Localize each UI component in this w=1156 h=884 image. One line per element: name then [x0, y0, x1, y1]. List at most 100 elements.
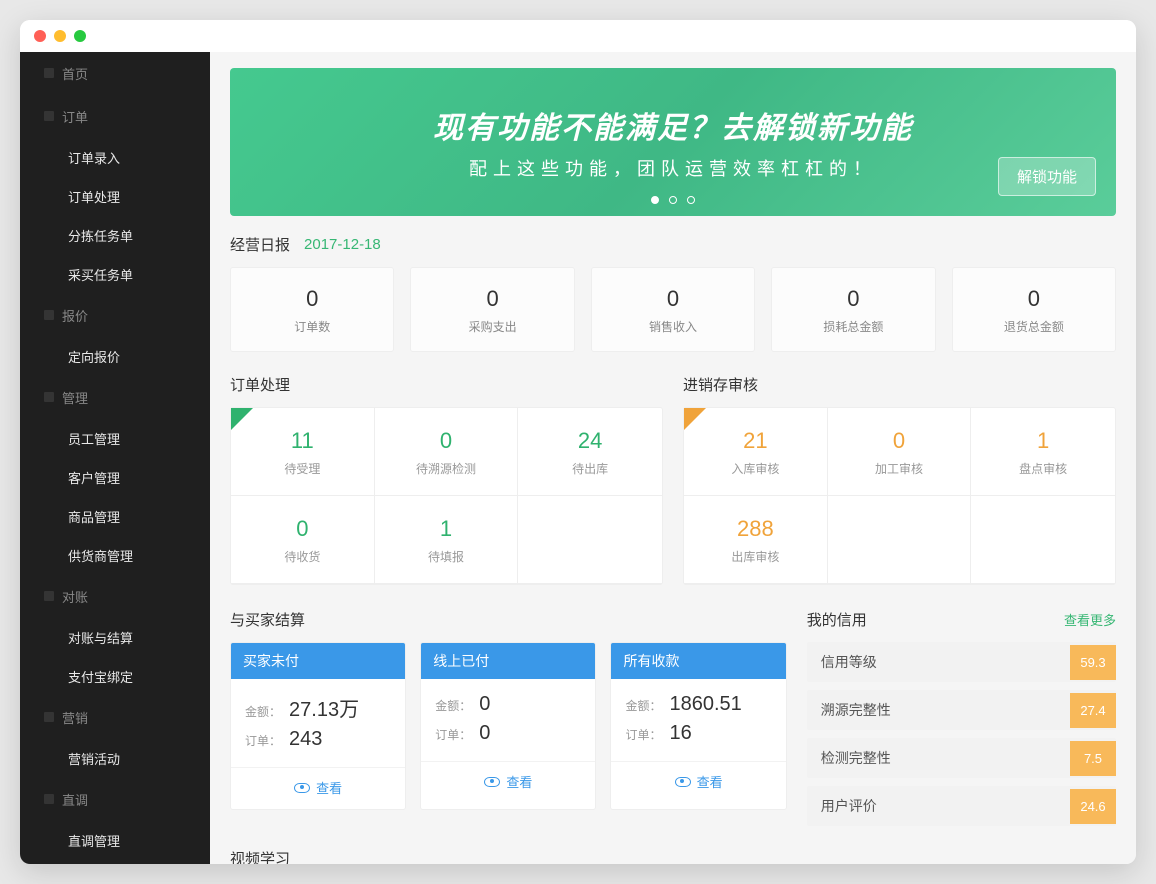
stat-value: 0 [772, 286, 934, 312]
status-cell[interactable]: 0加工审核 [828, 408, 972, 496]
settlement-row: 买家未付 金额：27.13万 订单：243 查看 线上已付 金额：0 订单：0 … [230, 642, 787, 810]
nav-item[interactable]: 商品管理 [20, 497, 210, 536]
nav-item[interactable]: 供货商管理 [20, 536, 210, 575]
daily-report-date: 2017-12-18 [304, 236, 381, 253]
cell-value: 1 [971, 428, 1115, 454]
nav-item[interactable]: 定向报价 [20, 337, 210, 376]
stat-label: 退货总金额 [953, 318, 1115, 335]
eye-icon [294, 783, 310, 793]
nav-item[interactable]: 对账与结算 [20, 618, 210, 657]
nav-item[interactable]: 分拣任务单 [20, 216, 210, 255]
orders-value: 0 [479, 722, 490, 745]
stat-card[interactable]: 0订单数 [230, 267, 394, 352]
orders-value: 16 [669, 722, 691, 745]
credit-more-link[interactable]: 查看更多 [1064, 610, 1116, 629]
stat-card[interactable]: 0损耗总金额 [771, 267, 935, 352]
credit-item[interactable]: 信用等级59.3 [807, 642, 1116, 682]
status-cell[interactable]: 1 待填报 [375, 496, 519, 584]
eye-icon [484, 777, 500, 787]
credit-label: 溯源完整性 [821, 700, 891, 720]
video-section-title: 视频学习 [230, 848, 290, 864]
daily-report-title: 经营日报 [230, 234, 290, 255]
cell-value: 11 [231, 428, 374, 454]
carousel-dot[interactable] [651, 196, 659, 204]
settlement-card: 所有收款 金额： 1860.51 订单： 16 查看 [610, 642, 786, 810]
nav-group[interactable]: 对账 [20, 575, 210, 618]
window-close-icon[interactable] [34, 30, 46, 42]
view-link[interactable]: 查看 [231, 767, 405, 809]
cell-value: 21 [684, 428, 827, 454]
credit-item[interactable]: 溯源完整性 27.4 [807, 690, 1116, 730]
stat-card[interactable]: 0采购支出 [410, 267, 574, 352]
settlement-card-head: 所有收款 [611, 643, 785, 679]
window-minimize-icon[interactable] [54, 30, 66, 42]
credit-value: 59.3 [1070, 645, 1116, 680]
status-cell[interactable]: 0 待溯源检测 [375, 408, 519, 496]
credit-item[interactable]: 检测完整性 7.5 [807, 738, 1116, 778]
settlement-card-head: 买家未付 [231, 643, 405, 679]
nav-group[interactable]: 直调 [20, 778, 210, 821]
nav-group[interactable]: 管理 [20, 376, 210, 419]
nav-group[interactable]: 报价 [20, 294, 210, 337]
amount-value: 1860.51 [669, 693, 741, 716]
stat-label: 销售收入 [592, 318, 754, 335]
amount-value: 0 [479, 693, 490, 716]
nav-group[interactable]: 订单 [20, 95, 210, 138]
nav-item[interactable]: 订单处理 [20, 177, 210, 216]
status-cell[interactable]: 11 待受理 [231, 408, 375, 496]
cell-label: 待受理 [231, 460, 374, 477]
status-cell: -- [828, 496, 972, 584]
status-cell[interactable]: 288出库审核 [684, 496, 828, 584]
credit-label: 用户评价 [821, 796, 877, 816]
cell-label: 待溯源检测 [375, 460, 518, 477]
eye-icon [675, 777, 691, 787]
corner-accent-icon [231, 408, 253, 430]
status-cell[interactable]: 1 盘点审核 [971, 408, 1115, 496]
carousel-dot[interactable] [687, 196, 695, 204]
cell-label: 待填报 [375, 548, 518, 565]
status-cell[interactable]: 21入库审核 [684, 408, 828, 496]
orders-label: 订单： [625, 726, 661, 743]
nav-item[interactable]: 支付宝绑定 [20, 657, 210, 696]
nav-group[interactable]: 首页 [20, 52, 210, 95]
stat-label: 订单数 [231, 318, 393, 335]
credit-value: 24.6 [1070, 789, 1116, 824]
stat-value: 0 [411, 286, 573, 312]
cell-value: 24 [518, 428, 662, 454]
status-cell[interactable]: 0待收货 [231, 496, 375, 584]
cell-label: 盘点审核 [971, 460, 1115, 477]
stat-card[interactable]: 0 退货总金额 [952, 267, 1116, 352]
unlock-features-button[interactable]: 解锁功能 [998, 157, 1096, 196]
nav-item[interactable]: 客户管理 [20, 458, 210, 497]
nav-item[interactable]: 订单录入 [20, 138, 210, 177]
audit-title: 进销存审核 [683, 374, 758, 395]
stat-card[interactable]: 0销售收入 [591, 267, 755, 352]
credit-item[interactable]: 用户评价 24.6 [807, 786, 1116, 826]
status-cell[interactable]: 24待出库 [518, 408, 662, 496]
stat-value: 0 [953, 286, 1115, 312]
sidebar: 首页订单订单录入订单处理分拣任务单采买任务单报价定向报价管理员工管理客户管理商品… [20, 52, 210, 864]
credit-label: 检测完整性 [821, 748, 891, 768]
settlement-card-head: 线上已付 [421, 643, 595, 679]
cell-label: 待收货 [231, 548, 374, 565]
carousel-dot[interactable] [669, 196, 677, 204]
nav-item[interactable]: 采买任务单 [20, 255, 210, 294]
cell-value: 0 [375, 428, 518, 454]
amount-label: 金额： [625, 697, 661, 714]
view-link[interactable]: 查看 [421, 761, 595, 803]
nav-item[interactable]: 员工管理 [20, 419, 210, 458]
orders-label: 订单： [435, 726, 471, 743]
credit-value: 7.5 [1070, 741, 1116, 776]
amount-label: 金额： [435, 697, 471, 714]
nav-item[interactable]: 营销活动 [20, 739, 210, 778]
settlement-title: 与买家结算 [230, 609, 305, 630]
view-link[interactable]: 查看 [611, 761, 785, 803]
nav-item[interactable]: 直调账单 [20, 860, 210, 864]
nav-item[interactable]: 直调管理 [20, 821, 210, 860]
window-maximize-icon[interactable] [74, 30, 86, 42]
cell-value: 1 [375, 516, 518, 542]
credit-value: 27.4 [1070, 693, 1116, 728]
cell-value: 0 [828, 428, 971, 454]
nav-group[interactable]: 营销 [20, 696, 210, 739]
status-cell: -- [518, 496, 662, 584]
